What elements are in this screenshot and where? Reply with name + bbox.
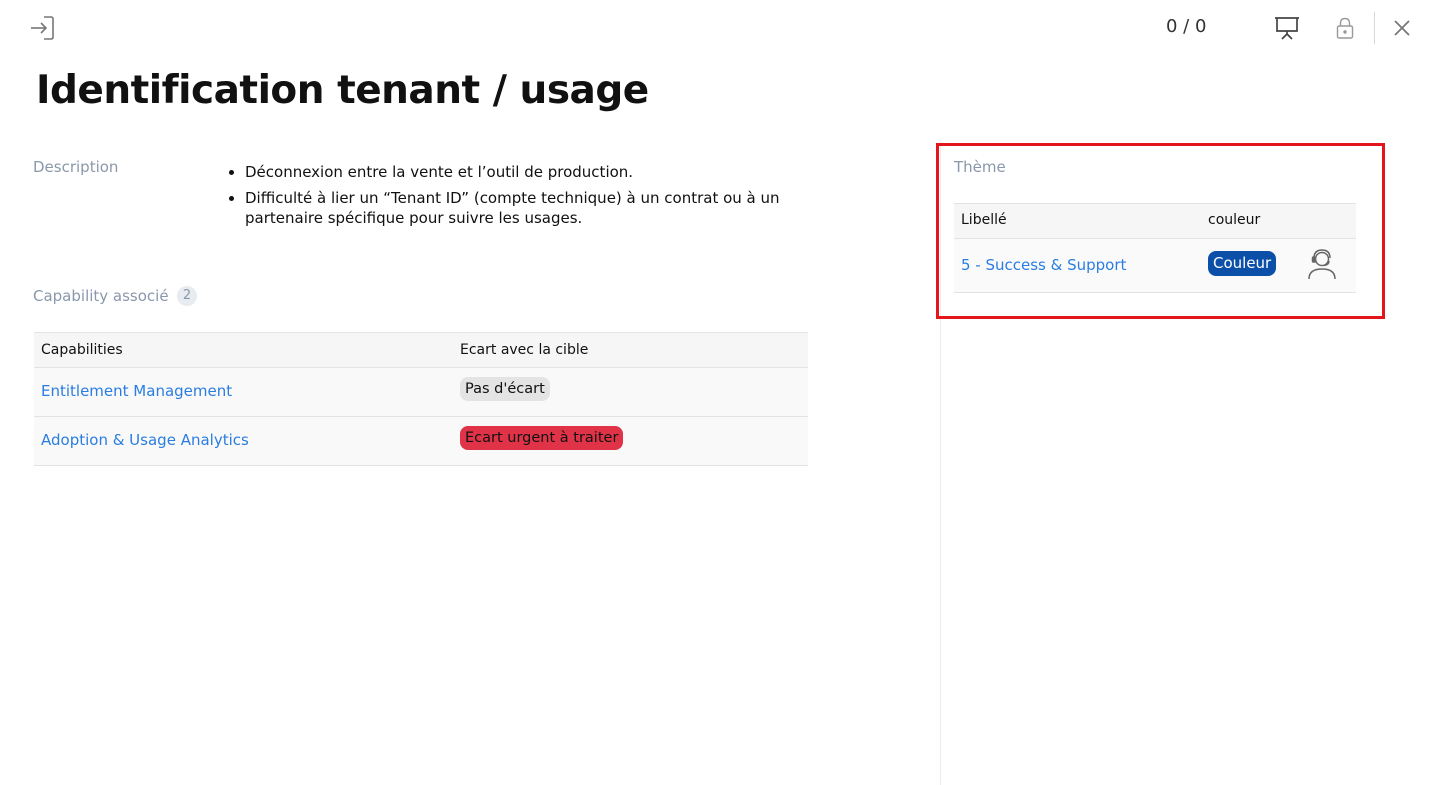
gap-badge: Pas d'écart bbox=[460, 377, 550, 401]
column-header-capabilities: Capabilities bbox=[41, 342, 123, 358]
enter-icon[interactable] bbox=[28, 14, 56, 42]
capability-link[interactable]: Entitlement Management bbox=[41, 382, 232, 400]
highlight-box bbox=[936, 143, 1385, 319]
description-list: Déconnexion entre la vente et l’outil de… bbox=[222, 162, 812, 234]
table-row: Adoption & Usage Analytics Ecart urgent … bbox=[34, 417, 808, 466]
record-counter: 0 / 0 bbox=[1166, 16, 1207, 37]
presentation-icon[interactable] bbox=[1273, 14, 1301, 42]
close-icon[interactable] bbox=[1388, 14, 1416, 42]
table-row: Entitlement Management Pas d'écart bbox=[34, 368, 808, 417]
capability-label: Capability associé bbox=[33, 287, 169, 305]
description-item: Difficulté à lier un “Tenant ID” (compte… bbox=[222, 188, 812, 228]
page-title: Identification tenant / usage bbox=[36, 68, 649, 113]
capability-link[interactable]: Adoption & Usage Analytics bbox=[41, 431, 249, 449]
column-header-gap: Ecart avec la cible bbox=[460, 342, 589, 358]
capabilities-table: Capabilities Ecart avec la cible Entitle… bbox=[34, 332, 808, 466]
gap-badge: Ecart urgent à traiter bbox=[460, 426, 624, 450]
table-header: Capabilities Ecart avec la cible bbox=[34, 332, 808, 368]
toolbar-divider bbox=[1374, 12, 1375, 44]
capability-count-badge: 2 bbox=[177, 286, 197, 306]
description-label: Description bbox=[33, 158, 119, 176]
description-item: Déconnexion entre la vente et l’outil de… bbox=[222, 162, 812, 182]
lock-icon[interactable] bbox=[1331, 14, 1359, 42]
